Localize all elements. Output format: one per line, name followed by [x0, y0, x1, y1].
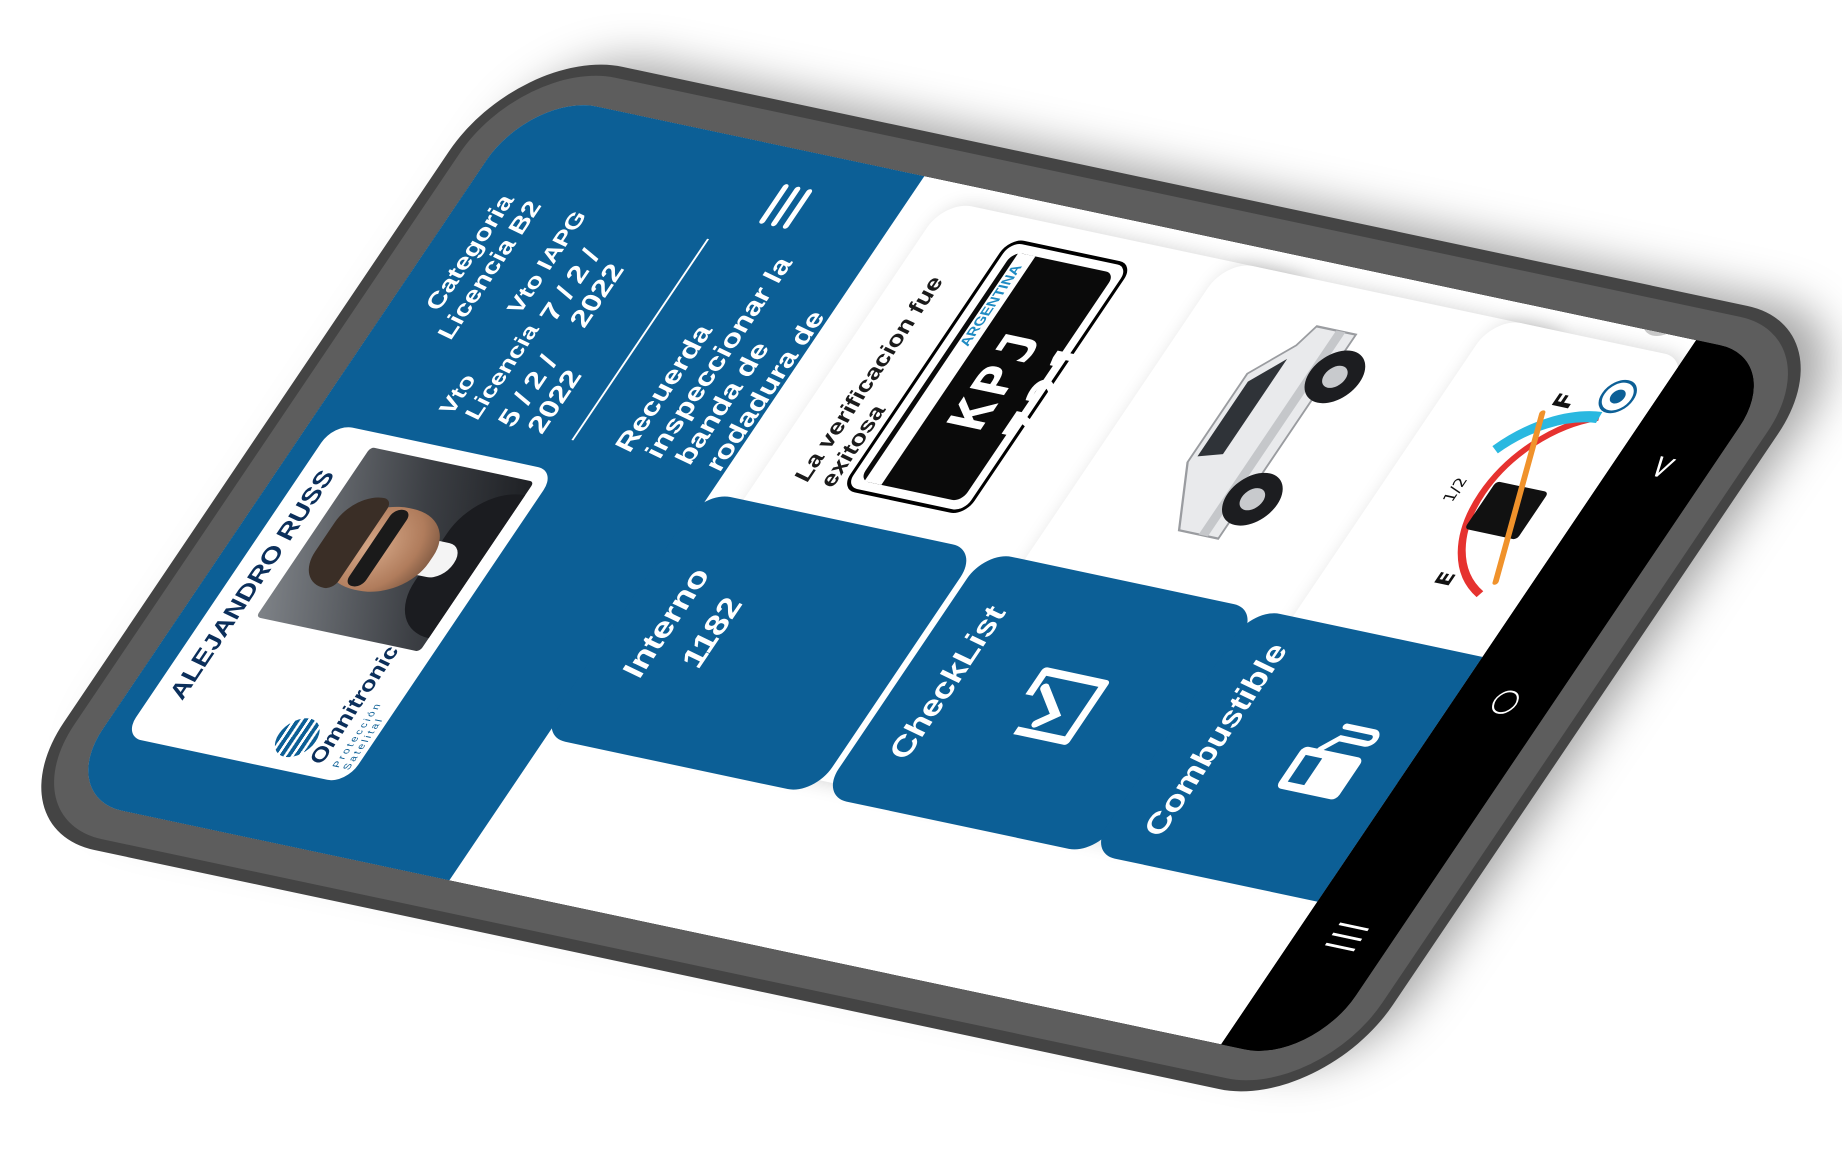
checklist-icon: [1013, 667, 1110, 745]
touch-icon[interactable]: [1587, 374, 1649, 420]
menu-icon[interactable]: [758, 183, 814, 230]
phone-screen: ALEJANDRO RUSS Omnitronic Protección Sat…: [56, 92, 1786, 1064]
gauge-empty-label: E: [1430, 570, 1462, 589]
phone-device: ALEJANDRO RUSS Omnitronic Protección Sat…: [10, 58, 1832, 1098]
recents-button[interactable]: |||: [1310, 906, 1380, 967]
driver-card[interactable]: ALEJANDRO RUSS Omnitronic Protección Sat…: [123, 423, 557, 784]
gauge-half-label: 1/2: [1439, 476, 1472, 504]
fuel-pump-icon: [1277, 723, 1380, 800]
mockup-stage: ALEJANDRO RUSS Omnitronic Protección Sat…: [0, 0, 1842, 1156]
driver-photo: [256, 447, 535, 652]
gauge-full-label: F: [1545, 390, 1582, 411]
back-button[interactable]: <: [1626, 436, 1696, 497]
home-button[interactable]: ○: [1468, 671, 1538, 732]
brand-logo: Omnitronic Protección Satelital: [266, 637, 416, 771]
